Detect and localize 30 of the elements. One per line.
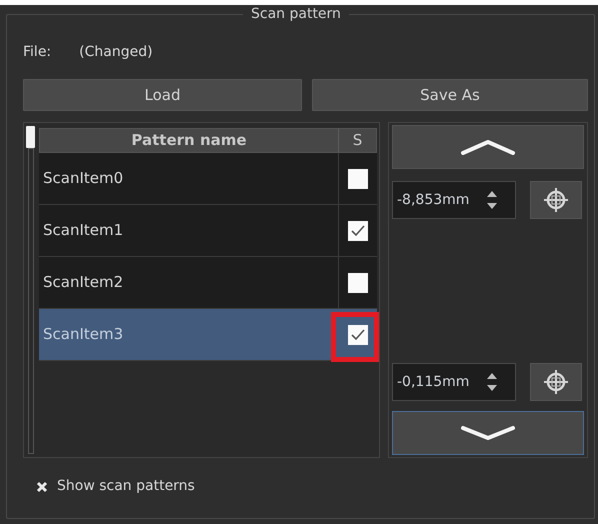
move-up-button[interactable] [392, 125, 584, 169]
file-status: (Changed) [79, 42, 153, 62]
cross-icon [36, 480, 48, 492]
scrollbar-thumb[interactable] [26, 126, 35, 148]
position-spinbox[interactable]: -8,853mm [392, 181, 516, 219]
checkbox[interactable] [348, 168, 368, 188]
load-button[interactable]: Load [23, 79, 302, 111]
crosshair-icon [542, 186, 570, 214]
column-header: Pattern name [40, 129, 339, 152]
column-header: S [352, 130, 364, 152]
check-icon [351, 328, 365, 340]
checkbox[interactable] [348, 272, 368, 292]
checkbox-label: Show scan patterns [57, 477, 195, 496]
file-label: File: [23, 42, 52, 62]
pattern-name: ScanItem3 [42, 324, 124, 346]
checkbox[interactable] [348, 324, 368, 344]
position-input[interactable]: -0,115mm [397, 372, 485, 392]
position-spinbox[interactable]: -0,115mm [392, 363, 516, 401]
save-as-button[interactable]: Save As [312, 79, 588, 111]
target-button[interactable] [530, 181, 582, 219]
position-input[interactable]: -8,853mm [397, 190, 485, 210]
chevron-down-icon [461, 425, 515, 441]
table-row[interactable]: ScanItem3 [39, 309, 377, 361]
checkbox[interactable] [348, 220, 368, 240]
move-down-button[interactable] [392, 411, 584, 455]
group-title: Scan pattern [243, 6, 349, 22]
target-button[interactable] [530, 363, 582, 401]
chevron-up-icon [461, 139, 515, 155]
check-icon [351, 224, 365, 236]
crosshair-icon [542, 368, 570, 396]
